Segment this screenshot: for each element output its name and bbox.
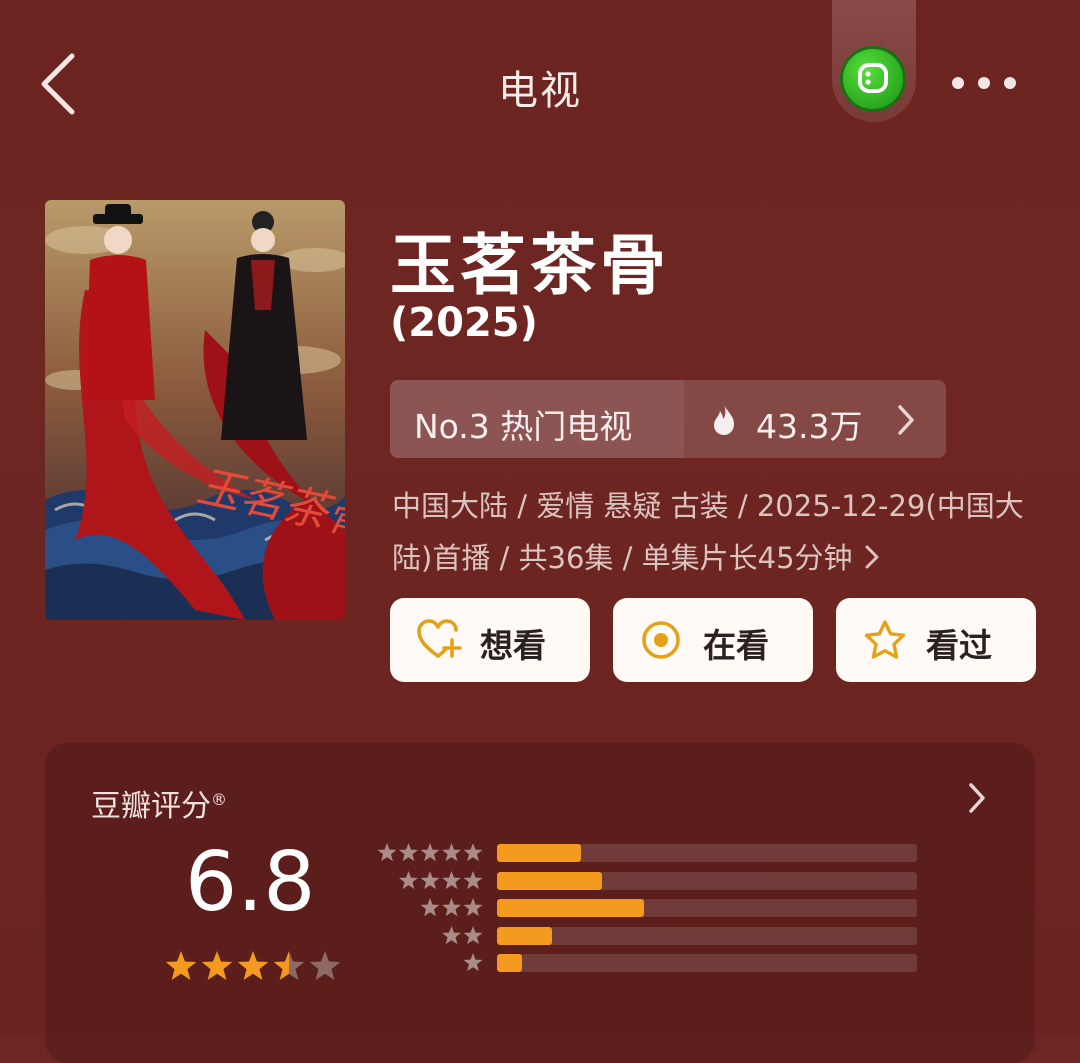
distribution-track [497, 899, 917, 917]
star-icon [420, 898, 440, 917]
watching-label: 在看 [703, 626, 769, 665]
score-stars [165, 951, 341, 980]
score-star-5 [309, 951, 341, 980]
want-to-watch-label: 想看 [480, 626, 546, 665]
star-icon [463, 925, 483, 944]
poster-image[interactable]: 玉茗茶骨 [45, 200, 345, 620]
distribution-stars [398, 870, 483, 889]
app-screen: 电视 玉茗茶骨 玉茗茶骨 (2025) No.3 热门电视 43.3万 中国大陆… [0, 0, 1080, 1063]
watched-label: 看过 [926, 626, 992, 665]
ranking-chip[interactable]: No.3 热门电视 43.3万 [390, 380, 946, 458]
more-button[interactable] [948, 66, 1022, 100]
star-icon [463, 870, 483, 889]
ellipsis-icon [952, 77, 1016, 89]
distribution-row-1-star [375, 953, 920, 973]
star-icon [420, 843, 440, 862]
ranking-label: No.3 热门电视 [414, 407, 633, 446]
star-icon [420, 870, 440, 889]
chevron-right-icon [969, 783, 985, 813]
distribution-stars [420, 898, 483, 917]
distribution-bar [497, 899, 644, 917]
score-star-1 [165, 951, 197, 980]
heat-count: 43.3万 [756, 407, 863, 446]
chevron-right-icon [898, 405, 914, 435]
distribution-track [497, 954, 917, 972]
watching-button[interactable]: 在看 [613, 598, 813, 682]
rating-title-text: 豆瓣评分 [91, 789, 211, 824]
green-smile-icon [840, 46, 906, 112]
star-icon [441, 898, 462, 917]
want-to-watch-button[interactable]: 想看 [390, 598, 590, 682]
score-star-4 [273, 951, 305, 980]
heart-plus-icon [417, 619, 462, 658]
show-meta[interactable]: 中国大陆 / 爱情 悬疑 古装 / 2025-12-29(中国大陆)首播 / 共… [392, 480, 1032, 584]
distribution-bar [497, 871, 602, 890]
distribution-track [497, 926, 917, 945]
distribution-row-3-star [375, 898, 920, 918]
distribution-track [497, 871, 917, 890]
rating-title: 豆瓣评分® [91, 781, 227, 825]
star-icon [463, 898, 483, 917]
star-icon [398, 843, 419, 862]
registered-mark: ® [211, 790, 227, 809]
score-star-2 [201, 951, 233, 980]
distribution-bar [497, 926, 552, 945]
distribution-stars [463, 953, 483, 972]
distribution-row-5-star [375, 843, 920, 863]
show-title: 玉茗茶骨 [390, 227, 670, 304]
star-icon [398, 870, 419, 889]
distribution-row-4-star [375, 870, 920, 891]
star-icon [441, 925, 462, 944]
distribution-row-2-star [375, 925, 920, 946]
star-icon [377, 843, 397, 862]
star-outline-icon [864, 620, 906, 659]
show-year: (2025) [390, 300, 538, 346]
show-meta-text: 中国大陆 / 爱情 悬疑 古装 / 2025-12-29(中国大陆)首播 / 共… [392, 489, 1024, 575]
distribution-track [497, 844, 917, 862]
fire-icon [714, 404, 734, 435]
distribution-stars [441, 925, 483, 944]
star-icon [441, 843, 462, 862]
top-bar: 电视 [0, 0, 1080, 170]
star-icon [463, 953, 483, 972]
rating-score: 6.8 [185, 835, 316, 930]
score-star-3 [237, 951, 269, 980]
chevron-right-icon [865, 545, 879, 569]
star-icon [463, 843, 483, 862]
page-title: 电视 [498, 68, 582, 114]
distribution-bar [497, 844, 581, 862]
distribution-bar [497, 954, 523, 972]
star-icon [441, 870, 462, 889]
miniprogram-button[interactable] [832, 0, 916, 122]
target-circle-icon [642, 621, 680, 659]
distribution-stars [377, 843, 483, 862]
watched-button[interactable]: 看过 [836, 598, 1036, 682]
rating-card[interactable]: 豆瓣评分® 6.8 [45, 743, 1035, 1063]
